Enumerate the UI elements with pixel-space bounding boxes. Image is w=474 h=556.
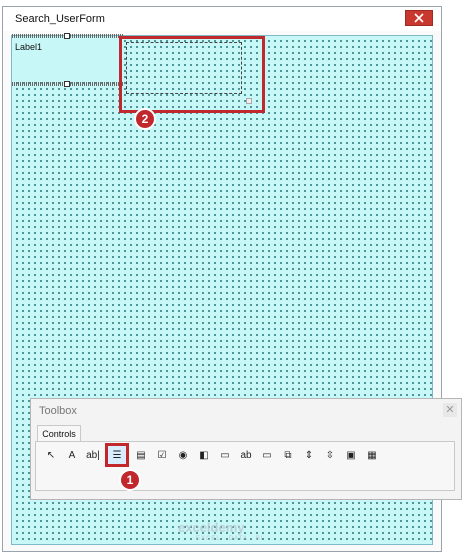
frame-icon[interactable]: ▭ <box>216 446 234 464</box>
watermark-tagline: EXCEL · DATA · BI <box>196 536 264 542</box>
optionbutton-icon[interactable]: ◉ <box>174 446 192 464</box>
toolbox-close-button[interactable]: ✕ <box>443 403 457 417</box>
resize-handle-bottom[interactable] <box>64 81 70 87</box>
label-icon[interactable]: A <box>63 446 81 464</box>
listbox-icon[interactable]: ▤ <box>132 446 150 464</box>
togglebutton-icon[interactable]: ◧ <box>195 446 213 464</box>
toolbox-window: Toolbox ✕ Controls ↖ Aab| ☰ ▤ ☑ ◉ ◧ ▭ ab ▭ ⧉ ⇕ ⇳ ▣ ▦ 1 <box>30 398 462 500</box>
window-title: Search_UserForm <box>15 13 105 25</box>
commandbutton-icon[interactable]: ab <box>237 446 255 464</box>
scrollbar-icon[interactable]: ⇕ <box>300 446 318 464</box>
step1-badge: 1 <box>119 469 141 491</box>
multipage-icon[interactable]: ⧉ <box>279 446 297 464</box>
checkbox-icon[interactable]: ☑ <box>153 446 171 464</box>
toolbox-tools-row: ↖ Aab| ☰ ▤ ☑ ◉ ◧ ▭ ab ▭ ⧉ ⇕ ⇳ ▣ ▦ <box>42 443 381 467</box>
resize-handle-top[interactable] <box>64 33 70 39</box>
watermark-brand: exceldemy <box>178 520 245 535</box>
close-icon: ✕ <box>445 404 455 416</box>
toolbox-controls-panel: ↖ Aab| ☰ ▤ ☑ ◉ ◧ ▭ ab ▭ ⧉ ⇕ ⇳ ▣ ▦ <box>35 441 455 491</box>
tab-controls[interactable]: Controls <box>37 425 81 442</box>
toolbox-title: Toolbox <box>39 405 77 417</box>
title-bar: Search_UserForm <box>3 7 441 31</box>
label1-text: Label1 <box>15 42 43 52</box>
refedit-icon[interactable]: ▦ <box>363 446 381 464</box>
tabstrip-icon[interactable]: ▭ <box>258 446 276 464</box>
close-button[interactable] <box>405 10 433 26</box>
select-objects-icon[interactable]: ↖ <box>42 446 60 464</box>
combobox-icon[interactable]: ☰ <box>105 443 129 467</box>
image-icon[interactable]: ▣ <box>342 446 360 464</box>
step2-badge: 2 <box>134 108 156 130</box>
close-icon <box>414 13 424 23</box>
textbox-icon[interactable]: ab| <box>84 446 102 464</box>
spinbutton-icon[interactable]: ⇳ <box>321 446 339 464</box>
label1-control[interactable]: Label1 <box>12 33 124 87</box>
step2-highlight-box <box>119 36 265 113</box>
